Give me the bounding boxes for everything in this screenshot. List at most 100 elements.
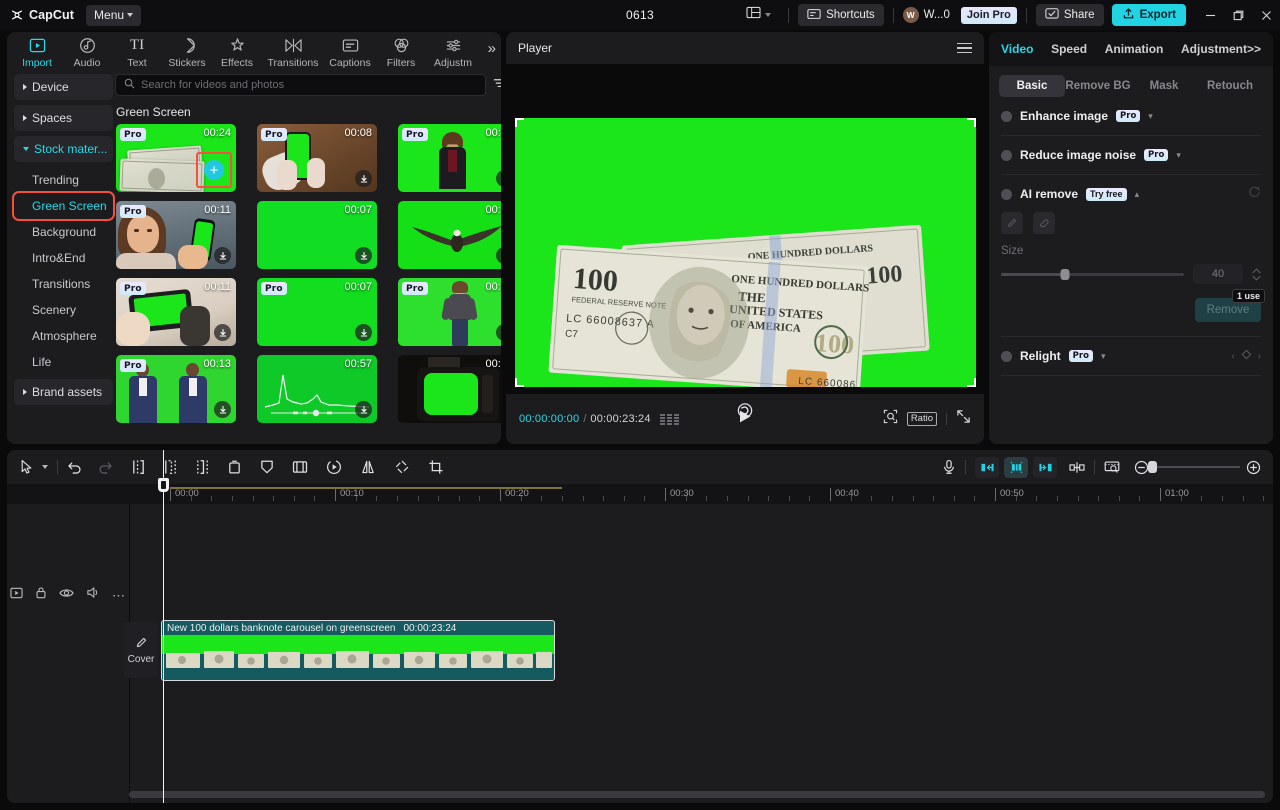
hamburger-icon[interactable] bbox=[957, 43, 972, 54]
download-button[interactable] bbox=[214, 247, 231, 264]
sidebar-item-intro-end[interactable]: Intro&End bbox=[14, 245, 113, 271]
reset-icon[interactable] bbox=[1248, 185, 1261, 203]
sidebar-item-transitions[interactable]: Transitions bbox=[14, 271, 113, 297]
media-card[interactable]: 00:07 bbox=[257, 201, 377, 269]
tab-filters[interactable]: Filters bbox=[376, 34, 426, 69]
share-button[interactable]: Share bbox=[1036, 4, 1104, 26]
sub-tab-mask[interactable]: Mask bbox=[1131, 75, 1197, 97]
playhead[interactable] bbox=[163, 450, 164, 803]
media-card[interactable]: Pro 00:24 + bbox=[116, 124, 236, 192]
account-area[interactable]: W W...0 Join Pro bbox=[903, 7, 1017, 24]
cover-button[interactable]: Cover bbox=[124, 622, 158, 678]
canvas-corner-tr[interactable] bbox=[967, 118, 976, 127]
zoom-out-icon[interactable] bbox=[1134, 460, 1149, 475]
undo-icon[interactable] bbox=[67, 460, 83, 474]
media-card[interactable]: Pro 00:29 bbox=[398, 124, 501, 192]
timeline-ruler[interactable]: 00:0000:1000:2000:3000:4000:5001:00 bbox=[7, 484, 1273, 504]
tab-transitions[interactable]: Transitions bbox=[262, 34, 324, 69]
canvas-corner-br[interactable] bbox=[967, 378, 976, 387]
shortcuts-button[interactable]: Shortcuts bbox=[798, 4, 884, 26]
size-stepper[interactable] bbox=[1252, 268, 1261, 281]
media-card[interactable]: 00:12 bbox=[398, 201, 501, 269]
media-card[interactable]: Pro 00:07 bbox=[257, 278, 377, 346]
eye-icon[interactable] bbox=[59, 586, 74, 604]
sidebar-group-spaces[interactable]: Spaces bbox=[14, 105, 113, 131]
keyframe-icon[interactable] bbox=[1069, 461, 1085, 474]
minimize-button[interactable] bbox=[1196, 0, 1224, 30]
tool-dropdown-icon[interactable] bbox=[42, 465, 48, 469]
join-pro-button[interactable]: Join Pro bbox=[961, 7, 1017, 24]
fullscreen-icon[interactable] bbox=[956, 409, 971, 429]
more-icon[interactable]: ⋯ bbox=[112, 589, 125, 602]
download-button[interactable] bbox=[355, 170, 372, 187]
sidebar-group-stock-materials[interactable]: Stock mater... bbox=[14, 136, 113, 162]
snap-left-icon[interactable] bbox=[975, 457, 999, 478]
ai-remove-toggle[interactable] bbox=[1001, 189, 1012, 200]
trim-left-icon[interactable] bbox=[163, 459, 178, 475]
tab-audio[interactable]: Audio bbox=[62, 34, 112, 69]
tab-captions[interactable]: Captions bbox=[324, 34, 376, 69]
canvas-corner-bl[interactable] bbox=[515, 378, 524, 387]
search-input[interactable] bbox=[141, 79, 477, 91]
more-tabs-icon[interactable]: » bbox=[488, 41, 496, 56]
prev-keyframe-icon[interactable]: ‹ bbox=[1231, 351, 1234, 362]
track-type-icon[interactable] bbox=[10, 586, 23, 604]
tab-import[interactable]: Import bbox=[12, 34, 62, 69]
chevron-up-icon[interactable]: ▴ bbox=[1135, 189, 1140, 200]
thumbnail-view-icon[interactable] bbox=[1104, 460, 1120, 474]
zoom-in-icon[interactable] bbox=[1246, 460, 1261, 475]
next-keyframe-icon[interactable]: › bbox=[1258, 351, 1261, 362]
download-button[interactable] bbox=[355, 247, 372, 264]
split-icon[interactable] bbox=[131, 459, 146, 475]
close-button[interactable] bbox=[1252, 0, 1280, 30]
size-slider-track[interactable] bbox=[1001, 273, 1184, 276]
tab-adjustment[interactable]: Adjustment>> bbox=[1181, 42, 1261, 56]
tab-stickers[interactable]: Stickers bbox=[162, 34, 212, 69]
search-box[interactable] bbox=[115, 74, 486, 96]
snap-right-icon[interactable] bbox=[1033, 457, 1057, 478]
reverse-icon[interactable] bbox=[292, 459, 308, 475]
download-button[interactable] bbox=[355, 401, 372, 418]
trim-right-icon[interactable] bbox=[195, 459, 210, 475]
sidebar-group-brand-assets[interactable]: Brand assets bbox=[14, 379, 113, 405]
sidebar-item-life[interactable]: Life bbox=[14, 349, 113, 375]
add-to-timeline-button[interactable]: + bbox=[204, 160, 224, 180]
media-card[interactable]: Pro 00:11 bbox=[116, 201, 236, 269]
media-card[interactable]: Pro 00:13 bbox=[116, 355, 236, 423]
media-card[interactable]: 00:57 bbox=[257, 355, 377, 423]
freeze-icon[interactable] bbox=[260, 459, 274, 475]
zoom-fit-icon[interactable] bbox=[883, 409, 898, 429]
size-value[interactable]: 40 bbox=[1193, 264, 1243, 284]
delete-icon[interactable] bbox=[227, 459, 242, 475]
volume-icon[interactable] bbox=[86, 586, 100, 604]
sidebar-item-atmosphere[interactable]: Atmosphere bbox=[14, 323, 113, 349]
lock-icon[interactable] bbox=[35, 586, 47, 604]
media-card[interactable]: Pro 00:24 bbox=[398, 278, 501, 346]
microphone-icon[interactable] bbox=[942, 459, 956, 475]
download-button[interactable] bbox=[214, 324, 231, 341]
mirror-icon[interactable] bbox=[360, 459, 376, 475]
sidebar-group-device[interactable]: Device bbox=[14, 74, 113, 100]
tab-speed[interactable]: Speed bbox=[1051, 42, 1087, 56]
tab-video[interactable]: Video bbox=[1001, 42, 1033, 56]
sidebar-item-trending[interactable]: Trending bbox=[14, 167, 113, 193]
ratio-button[interactable]: Ratio bbox=[907, 412, 937, 426]
maximize-button[interactable] bbox=[1224, 0, 1252, 30]
enhance-image-toggle[interactable] bbox=[1001, 111, 1012, 122]
eraser-icon[interactable] bbox=[1033, 212, 1055, 234]
timeline-clip[interactable]: New 100 dollars banknote carousel on gre… bbox=[161, 620, 555, 681]
speed-icon[interactable] bbox=[326, 459, 342, 475]
tab-adjustment[interactable]: Adjustm bbox=[426, 34, 480, 69]
add-keyframe-icon[interactable] bbox=[1241, 347, 1252, 365]
tab-effects[interactable]: Effects bbox=[212, 34, 262, 69]
export-button[interactable]: Export bbox=[1112, 4, 1186, 26]
relight-toggle[interactable] bbox=[1001, 351, 1012, 362]
video-canvas[interactable]: 100 FEDERAL RESERVE NOTE ONE HUNDRED DOL… bbox=[515, 118, 976, 387]
sidebar-item-scenery[interactable]: Scenery bbox=[14, 297, 113, 323]
download-button[interactable] bbox=[355, 324, 372, 341]
menu-button[interactable]: Menu bbox=[86, 5, 141, 26]
tab-animation[interactable]: Animation bbox=[1105, 42, 1164, 56]
canvas-corner-tl[interactable] bbox=[515, 118, 524, 127]
sub-tab-retouch[interactable]: Retouch bbox=[1197, 75, 1263, 97]
layout-button[interactable] bbox=[742, 6, 775, 24]
